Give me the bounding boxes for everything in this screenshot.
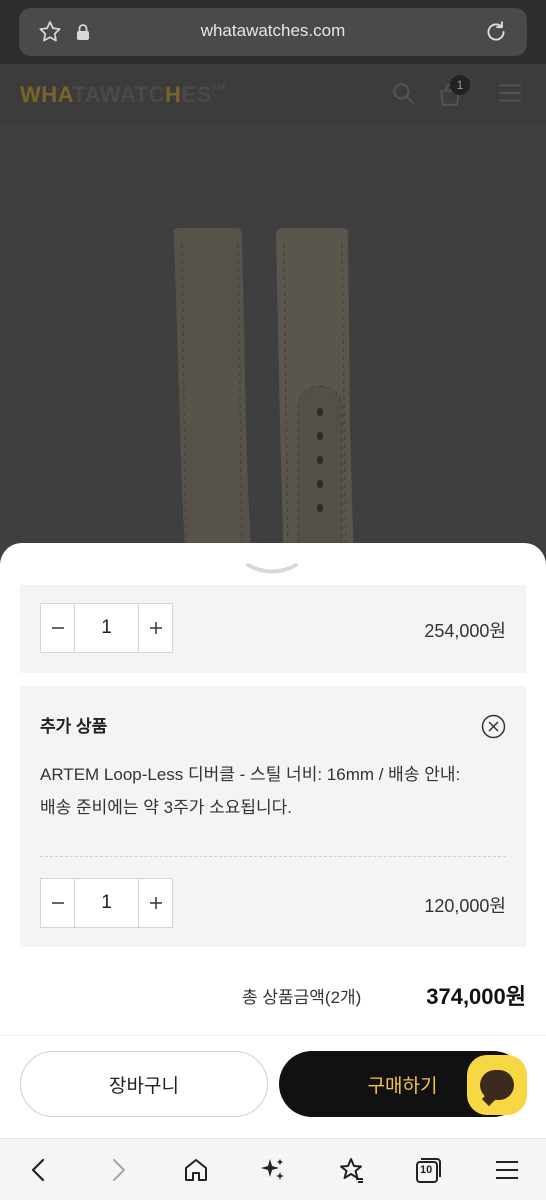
remove-addon-close-icon[interactable] (481, 714, 506, 739)
quantity-stepper: 1 (40, 603, 173, 653)
sheet-collapse-handle-icon[interactable] (244, 560, 300, 576)
increase-addon-quantity-button[interactable] (139, 879, 172, 927)
addon-quantity-stepper: 1 (40, 878, 173, 928)
tab-count: 10 (420, 1164, 433, 1176)
product-image (0, 124, 546, 567)
search-icon[interactable] (390, 80, 416, 106)
sparkle-icon[interactable] (258, 1155, 288, 1185)
chat-bubble-icon (480, 1070, 514, 1100)
order-bottom-sheet: 1 254,000원 추가 상품 ARTEM Loop-Less 디버클 - 스… (0, 543, 546, 1138)
chat-button[interactable] (467, 1055, 527, 1115)
quantity-input[interactable]: 1 (74, 604, 139, 652)
bookmarks-icon[interactable] (336, 1155, 366, 1185)
address-bar[interactable]: whatawatches.com (19, 8, 527, 56)
divider (0, 1035, 546, 1036)
decrease-addon-quantity-button[interactable] (41, 879, 74, 927)
cart-count-badge: 1 (450, 75, 470, 95)
addon-item-panel: 추가 상품 ARTEM Loop-Less 디버클 - 스틸 너비: 16mm … (20, 686, 526, 947)
browser-bottom-nav: 10 (0, 1138, 546, 1200)
item-price: 254,000원 (424, 621, 506, 641)
addon-title: 추가 상품 (40, 717, 108, 736)
home-icon[interactable] (181, 1155, 211, 1185)
addon-price: 120,000원 (424, 896, 506, 916)
total-label: 총 상품금액(2개) (242, 988, 362, 1007)
plus-icon (149, 897, 162, 909)
menu-icon[interactable] (497, 80, 523, 106)
decrease-quantity-button[interactable] (41, 604, 74, 652)
add-to-cart-button[interactable]: 장바구니 (20, 1051, 268, 1117)
site-logo[interactable]: WHATAWATCHESTM (20, 82, 226, 108)
minus-icon (51, 627, 64, 629)
increase-quantity-button[interactable] (139, 604, 172, 652)
forward-icon[interactable] (103, 1155, 133, 1185)
url-text: whatawatches.com (200, 21, 346, 40)
watch-strap-image (173, 228, 354, 567)
addon-quantity-input[interactable]: 1 (74, 879, 139, 927)
reload-icon[interactable] (483, 19, 509, 45)
browser-top-bar: whatawatches.com (0, 0, 546, 64)
browser-menu-icon[interactable] (492, 1155, 522, 1185)
minus-icon (51, 902, 64, 904)
order-item-panel: 1 254,000원 (20, 585, 526, 673)
addon-description: ARTEM Loop-Less 디버클 - 스틸 너비: 16mm / 배송 안… (40, 765, 461, 817)
total-value: 374,000원 (426, 984, 526, 1009)
back-icon[interactable] (24, 1155, 54, 1185)
divider (40, 856, 506, 857)
plus-icon (149, 622, 162, 634)
